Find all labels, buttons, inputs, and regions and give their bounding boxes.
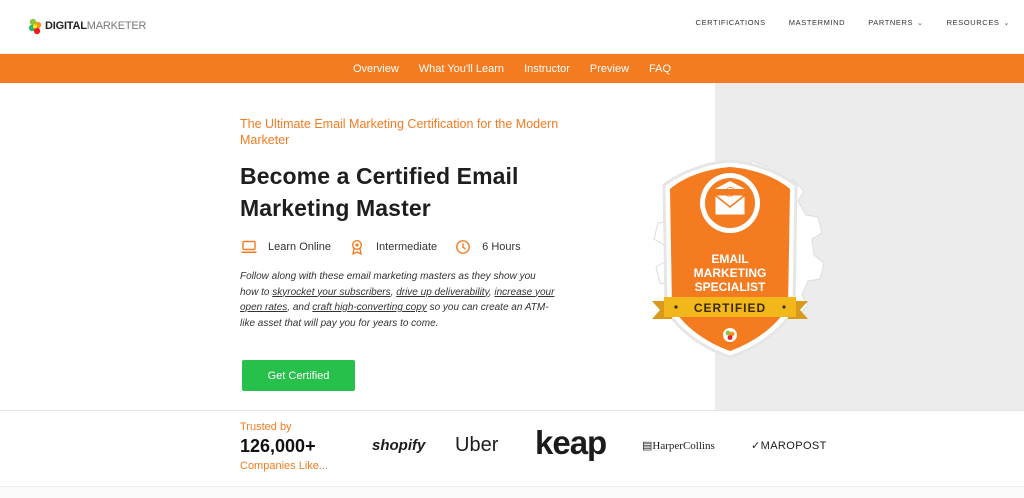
harpercollins-text: HarperCollins	[652, 440, 715, 452]
trusted-count: 126,000+	[240, 436, 316, 456]
trusted-by-section: Trusted by 126,000+ Companies Like... sh…	[0, 410, 1024, 486]
certification-badge: @ EMAIL MARKETING SPECIALIST CERTIFIED	[652, 159, 825, 359]
maropost-text: MAROPOST	[760, 440, 827, 452]
chevron-down-icon: ⌄	[917, 19, 924, 27]
maropost-arrow-icon: ✓	[751, 440, 761, 452]
meta-level: Intermediate	[376, 241, 438, 253]
desc-link-copy[interactable]: craft high-converting copy	[312, 302, 427, 313]
shopify-logo: shopify	[372, 437, 426, 454]
course-meta: Learn Online Intermediate 6 Hours	[240, 238, 580, 256]
hero-section: The Ultimate Email Marketing Certificati…	[0, 83, 1024, 410]
top-nav: CERTIFICATIONS MASTERMIND PARTNERS ⌄ RESO…	[673, 18, 1010, 27]
clock-icon	[454, 239, 472, 255]
keap-logo: keap	[535, 424, 607, 461]
hero-description: Follow along with these email marketing …	[240, 269, 555, 331]
harpercollins-mark-icon: ▤	[642, 440, 653, 452]
desc-text: , and	[287, 302, 313, 313]
trusted-sub: Companies Like...	[240, 460, 329, 472]
nav-mastermind[interactable]: MASTERMIND	[789, 18, 845, 27]
section-link-faq[interactable]: FAQ	[649, 63, 671, 75]
section-link-preview[interactable]: Preview	[590, 63, 629, 75]
nav-certifications-label: CERTIFICATIONS	[695, 18, 766, 27]
nav-partners-label: PARTNERS	[868, 18, 914, 27]
badge-line-1: EMAIL	[711, 252, 748, 266]
maropost-logo: ✓MAROPOST	[751, 439, 827, 452]
nav-partners[interactable]: PARTNERS ⌄	[868, 18, 923, 27]
uber-logo: Uber	[455, 434, 499, 456]
desc-link-deliverability[interactable]: drive up deliverability	[396, 287, 489, 298]
section-link-overview[interactable]: Overview	[353, 63, 399, 75]
get-certified-button[interactable]: Get Certified	[242, 360, 355, 391]
chevron-down-icon: ⌄	[1003, 19, 1010, 27]
section-link-what-youll-learn[interactable]: What You'll Learn	[419, 63, 504, 75]
badge-line-3: SPECIALIST	[695, 280, 766, 294]
harpercollins-logo: ▤HarperCollins	[642, 439, 715, 452]
logo-flower-icon	[28, 18, 42, 35]
badge-line-2: MARKETING	[694, 266, 767, 280]
nav-resources-label: RESOURCES	[946, 18, 1000, 27]
logo-text-strong: DIGITAL	[45, 20, 87, 32]
section-nav: Overview What You'll Learn Instructor Pr…	[0, 54, 1024, 83]
page-bottom-edge	[0, 486, 1024, 498]
nav-mastermind-label: MASTERMIND	[788, 18, 846, 27]
hero-content: The Ultimate Email Marketing Certificati…	[240, 116, 580, 391]
logo-text: DIGITALMARKETER	[45, 20, 147, 32]
badge-ribbon-text: CERTIFIED	[694, 301, 766, 315]
laptop-icon	[240, 239, 258, 255]
top-header: DIGITALMARKETER CERTIFICATIONS MASTERMIN…	[0, 0, 1024, 54]
logo[interactable]: DIGITALMARKETER	[26, 15, 147, 37]
trusted-label: Trusted by	[240, 421, 292, 433]
page-title: Become a Certified Email Marketing Maste…	[240, 163, 519, 221]
desc-link-skyrocket[interactable]: skyrocket your subscribers	[272, 287, 390, 298]
nav-resources[interactable]: RESOURCES ⌄	[947, 18, 1010, 27]
logo-text-light: MARKETER	[86, 20, 147, 32]
hero-eyebrow: The Ultimate Email Marketing Certificati…	[240, 117, 559, 147]
svg-text:@: @	[724, 186, 735, 198]
section-link-instructor[interactable]: Instructor	[524, 63, 570, 75]
meta-format: Learn Online	[268, 241, 331, 253]
badge-logo-icon	[723, 328, 737, 342]
award-icon	[348, 239, 366, 255]
meta-duration: 6 Hours	[482, 241, 521, 253]
nav-certifications[interactable]: CERTIFICATIONS	[696, 18, 766, 27]
